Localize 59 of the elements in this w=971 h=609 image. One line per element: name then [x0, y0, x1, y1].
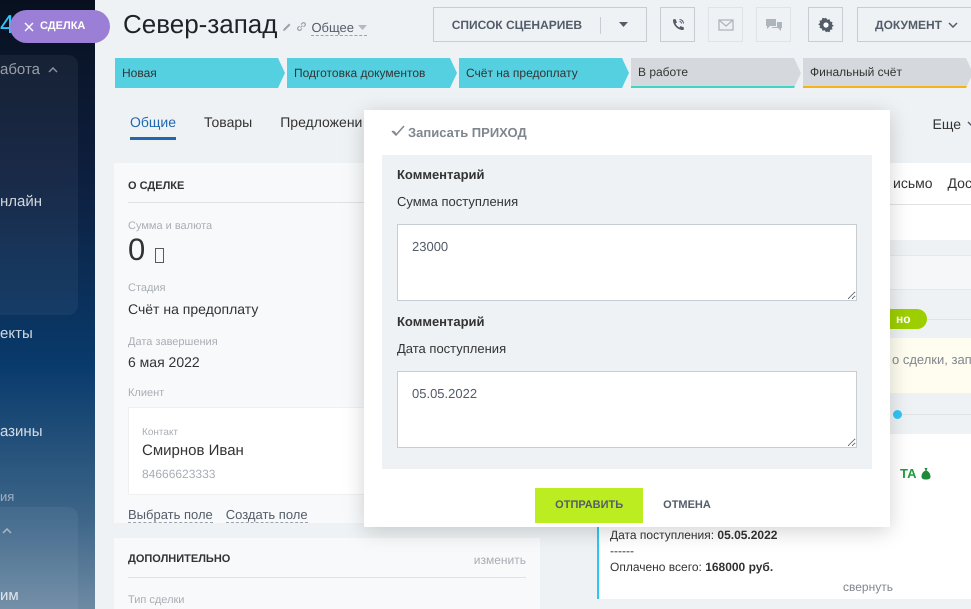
cancel-button[interactable]: ОТМЕНА	[655, 488, 719, 523]
field-label: Дата поступления	[397, 340, 508, 358]
send-button[interactable]: ОТПРАВИТЬ	[535, 488, 644, 523]
section-heading: ия	[0, 488, 14, 506]
settings-button[interactable]	[808, 7, 844, 42]
stage-step[interactable]: Счёт на предоплату	[459, 58, 629, 88]
menu-item[interactable]: азины	[0, 420, 42, 444]
field-label: Дата завершения	[128, 334, 218, 350]
stage-step[interactable]: В работе	[631, 58, 801, 88]
activity-tab[interactable]: исьмо	[893, 173, 933, 194]
category-dropdown[interactable]: Общее	[311, 20, 368, 36]
entry-line: Оплачено всего: 168000 руб.	[610, 558, 774, 574]
field-label: Стадия	[128, 281, 166, 296]
menu-item[interactable]: абота	[0, 58, 40, 82]
caret-icon	[358, 24, 368, 30]
dashed-link[interactable]: Выбрать поле	[128, 507, 213, 523]
tab[interactable]: Товары	[204, 108, 252, 140]
field-value: 6 мая 2022	[128, 353, 200, 372]
document-menu-button[interactable]: ДОКУМЕНТ	[857, 7, 971, 42]
entry-title: ТА	[900, 465, 917, 483]
note-text: о сделки, зап	[892, 352, 971, 367]
field-heading: Комментарий	[397, 313, 486, 331]
field-label: Сумма и валюта	[128, 218, 212, 234]
field-label: Клиент	[128, 386, 164, 402]
tab[interactable]: Предложени	[280, 108, 362, 140]
dashed-link[interactable]: Создать поле	[226, 507, 308, 523]
field-heading: Комментарий	[397, 166, 486, 184]
phone-button[interactable]	[660, 7, 696, 42]
settings-icon	[818, 16, 834, 32]
entry-line: ------	[610, 542, 635, 558]
link-icon[interactable]	[296, 21, 308, 32]
field-value: Счёт на предоплату	[128, 300, 258, 319]
tab[interactable]: Общие	[130, 108, 176, 140]
stage-step[interactable]: Финальный счёт	[803, 58, 971, 88]
more-tabs-button[interactable]: Еще	[932, 114, 971, 134]
card-heading: ДОПОЛНИТЕЛЬНО	[128, 552, 230, 567]
menu-item[interactable]: екты	[0, 322, 33, 346]
contact-label: Контакт	[142, 426, 180, 440]
chevron-down-icon	[948, 22, 958, 28]
collapse-link[interactable]: свернуть	[843, 578, 971, 596]
check-icon	[391, 125, 405, 137]
contact-phone: 84666623333	[142, 466, 216, 484]
stage-step[interactable]: Новая	[115, 58, 285, 88]
text-area[interactable]: 23000	[397, 224, 857, 301]
currency-icon	[155, 248, 164, 264]
text-area[interactable]: 05.05.2022	[397, 371, 857, 448]
caret-icon	[618, 22, 628, 27]
page-title: Север-запад	[123, 8, 278, 41]
close-icon	[24, 22, 34, 32]
pencil-icon[interactable]	[282, 22, 292, 32]
dialog-title: Записать ПРИХОД	[408, 124, 527, 142]
menu-item[interactable]: нлайн	[0, 190, 42, 214]
chat-bubbles-icon	[764, 18, 783, 32]
envelope-icon	[718, 18, 734, 30]
entry-line: Дата поступления: 05.05.2022	[610, 526, 778, 542]
money-bag-icon	[920, 467, 931, 480]
stage-step[interactable]: Подготовка документов	[287, 58, 457, 88]
amount-value: 0	[128, 234, 146, 266]
field-label: Тип сделки	[128, 593, 184, 608]
